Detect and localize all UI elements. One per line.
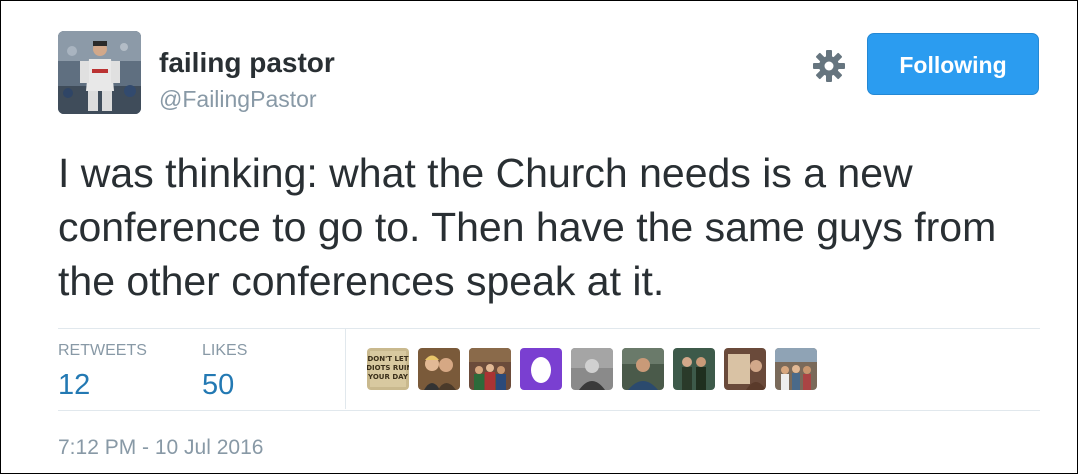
liker-avatar-3[interactable] [469, 348, 511, 390]
likers-list: DON'T LET IDIOTS RUIN YOUR DAY [367, 348, 817, 390]
following-button[interactable]: Following [867, 33, 1039, 95]
liker-avatar-8[interactable] [724, 348, 766, 390]
retweets-count: 12 [58, 369, 91, 401]
likes-stat[interactable]: LIKES 50 [202, 341, 247, 403]
likes-label: LIKES [202, 342, 248, 359]
svg-text:YOUR DAY: YOUR DAY [367, 373, 409, 381]
liker-avatar-5[interactable] [571, 348, 613, 390]
user-screen-name[interactable]: @FailingPastor [159, 85, 317, 113]
stats-bottom-divider [58, 410, 1040, 411]
svg-text:IDIOTS RUIN: IDIOTS RUIN [367, 364, 409, 372]
user-avatar[interactable] [58, 31, 141, 114]
liker-avatar-4[interactable] [520, 348, 562, 390]
gear-icon[interactable] [812, 49, 846, 83]
tweet-card: failing pastor @FailingPastor Following … [0, 0, 1078, 474]
liker-avatar-9[interactable] [775, 348, 817, 390]
liker-avatar-2[interactable] [418, 348, 460, 390]
tweet-timestamp[interactable]: 7:12 PM - 10 Jul 2016 [58, 435, 263, 461]
likes-count: 50 [202, 369, 235, 401]
svg-text:DON'T LET: DON'T LET [368, 355, 409, 363]
liker-avatar-6[interactable] [622, 348, 664, 390]
user-display-name[interactable]: failing pastor [159, 45, 335, 81]
retweets-label: RETWEETS [58, 342, 147, 359]
tweet-text: I was thinking: what the Church needs is… [58, 150, 997, 304]
stats-top-divider [58, 328, 1040, 329]
liker-avatar-7[interactable] [673, 348, 715, 390]
stats-vertical-divider [345, 329, 346, 409]
retweets-stat[interactable]: RETWEETS 12 [58, 341, 147, 403]
liker-avatar-1[interactable]: DON'T LET IDIOTS RUIN YOUR DAY [367, 348, 409, 390]
